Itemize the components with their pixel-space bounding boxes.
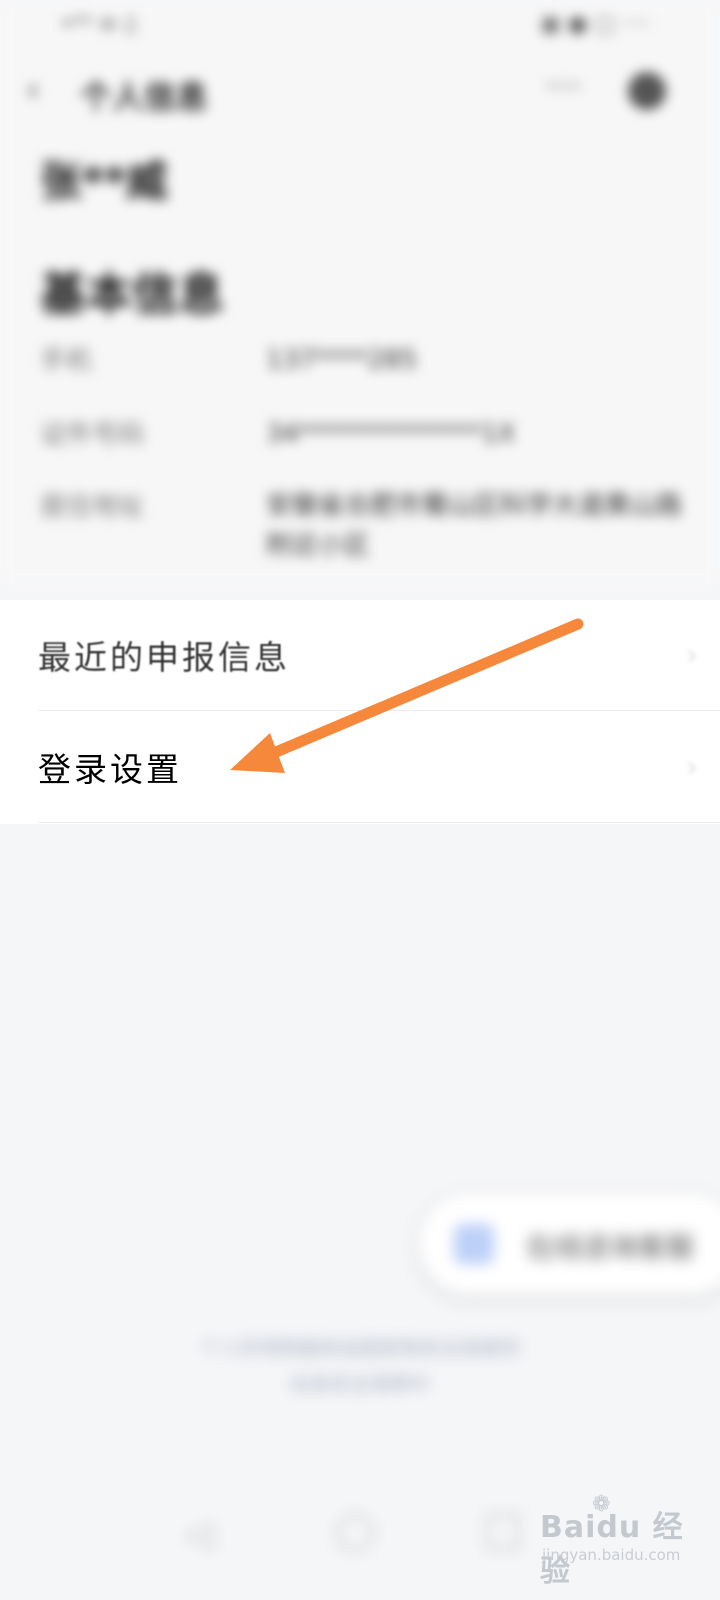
info-label: 居住地址	[40, 492, 145, 522]
page-title: 个人信息	[80, 78, 209, 116]
info-label: 证件号码	[40, 420, 145, 450]
lower-area: 在线咨询客服 个人所得税服务由国家税务总局提供 信息安全保障中 ◁	[0, 824, 720, 1600]
info-value: 安徽省合肥市蜀山区科学大道黄山路附近小区	[266, 491, 683, 561]
menu-card: 最近的申报信息 › 登录设置 ›	[0, 600, 720, 824]
baidu-watermark: Baidu 经验 ❁ jingyan.baidu.com	[540, 1492, 710, 1589]
paw-icon: ❁	[592, 1492, 611, 1517]
footer-note: 个人所得税服务由国家税务总局提供	[200, 1336, 520, 1360]
chevron-right-icon: ›	[686, 638, 698, 673]
info-label: 手机	[40, 346, 93, 376]
status-bar-left: •ᴬᴬ ≡ ▯	[60, 12, 137, 37]
status-bar: •ᴬᴬ ≡ ▯ ▣ ● ▢ ‧‧‧‧	[0, 0, 720, 50]
personal-info-header-area: •ᴬᴬ ≡ ▯ ▣ ● ▢ ‧‧‧‧ ‹ 个人信息 ··· 张**威 基本信息 …	[0, 0, 720, 585]
menu-item-label: 最近的申报信息	[38, 638, 290, 677]
info-value: 34**************1X	[266, 419, 516, 449]
chevron-right-icon: ›	[686, 750, 698, 785]
status-bar-right: ▣ ● ▢ ‧‧‧‧	[540, 12, 650, 37]
menu-item-label: 登录设置	[38, 750, 182, 789]
recent-apps-icon[interactable]	[486, 1514, 520, 1550]
screen: •ᴬᴬ ≡ ▯ ▣ ● ▢ ‧‧‧‧ ‹ 个人信息 ··· 张**威 基本信息 …	[0, 0, 720, 1600]
basic-info-title: 基本信息	[40, 267, 224, 321]
nav-bar: ‹ 个人信息 ···	[0, 60, 720, 120]
menu-item-login-settings[interactable]: 登录设置 ›	[38, 712, 720, 823]
online-service-button[interactable]: 在线咨询客服	[420, 1194, 720, 1294]
info-value: 137****285	[266, 345, 418, 375]
more-icon[interactable]: ···	[545, 66, 582, 107]
home-icon[interactable]	[336, 1514, 374, 1552]
menu-item-recent-declarations[interactable]: 最近的申报信息 ›	[38, 600, 720, 711]
online-service-label: 在线咨询客服	[526, 1231, 695, 1264]
watermark-site: jingyan.baidu.com	[542, 1546, 681, 1564]
back-icon[interactable]: ◁	[185, 1514, 213, 1555]
chevron-left-icon[interactable]: ‹	[26, 70, 40, 110]
footer-note: 信息安全保障中	[290, 1372, 430, 1396]
settings-icon[interactable]	[628, 72, 666, 110]
user-name: 张**威	[40, 157, 168, 206]
service-icon	[454, 1224, 494, 1264]
